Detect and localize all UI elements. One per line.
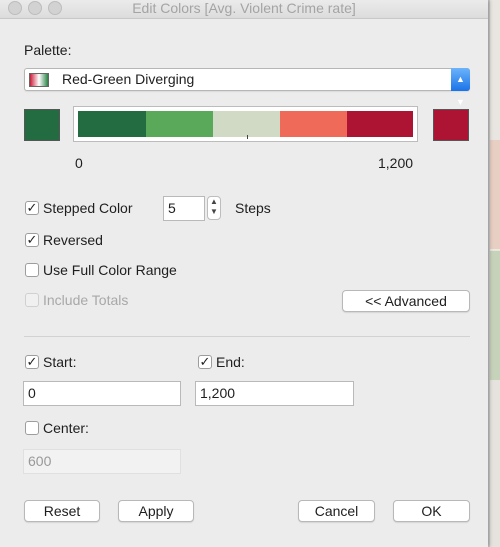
- cancel-button[interactable]: Cancel: [298, 500, 375, 522]
- ramp-min-label: 0: [75, 155, 83, 171]
- chevron-updown-icon[interactable]: ▲ ▼: [451, 68, 470, 107]
- palette-selected-value: Red-Green Diverging: [62, 71, 195, 87]
- ramp-step-5: [347, 111, 413, 137]
- center-input: 600: [23, 449, 181, 474]
- section-divider: [24, 336, 470, 337]
- ramp-step-2: [146, 111, 213, 137]
- advanced-button[interactable]: << Advanced: [342, 290, 470, 312]
- end-label: End:: [216, 354, 245, 370]
- steps-label: Steps: [235, 200, 271, 216]
- palette-select[interactable]: Red-Green Diverging ▲ ▼: [24, 68, 470, 107]
- ramp-center-tick: [247, 135, 248, 139]
- edit-colors-dialog: Edit Colors [Avg. Violent Crime rate] Pa…: [0, 0, 488, 547]
- ramp-step-1: [78, 111, 146, 137]
- start-color-swatch[interactable]: [24, 109, 60, 141]
- reversed-label: Reversed: [43, 232, 103, 248]
- reversed-checkbox[interactable]: ✓: [25, 233, 39, 247]
- stepped-color-checkbox[interactable]: ✓: [25, 201, 39, 215]
- center-label: Center:: [43, 420, 89, 436]
- background-map-strip: [490, 0, 500, 547]
- reset-button[interactable]: Reset: [24, 500, 100, 522]
- end-checkbox[interactable]: ✓: [198, 355, 212, 369]
- color-ramp: [73, 106, 418, 142]
- apply-button[interactable]: Apply: [118, 500, 194, 522]
- end-color-swatch[interactable]: [433, 109, 469, 141]
- palette-gradient-icon: [29, 73, 49, 87]
- use-full-color-range-label: Use Full Color Range: [43, 262, 177, 278]
- title-bar: Edit Colors [Avg. Violent Crime rate]: [0, 0, 488, 19]
- ramp-step-3: [213, 111, 280, 137]
- ramp-step-4: [280, 111, 347, 137]
- palette-label: Palette:: [24, 42, 72, 58]
- include-totals-checkbox: [25, 293, 39, 307]
- stepped-color-label: Stepped Color: [43, 200, 133, 216]
- window-title: Edit Colors [Avg. Violent Crime rate]: [132, 0, 356, 16]
- start-checkbox[interactable]: ✓: [25, 355, 39, 369]
- steps-stepper[interactable]: ▲ ▼: [207, 196, 221, 220]
- start-input[interactable]: 0: [23, 381, 181, 406]
- use-full-color-range-checkbox[interactable]: [25, 263, 39, 277]
- include-totals-label: Include Totals: [43, 292, 129, 308]
- ramp-max-label: 1,200: [378, 155, 414, 171]
- start-label: Start:: [43, 354, 77, 370]
- end-input[interactable]: 1,200: [195, 381, 354, 406]
- ok-button[interactable]: OK: [393, 500, 470, 522]
- center-checkbox[interactable]: [25, 421, 39, 435]
- steps-input[interactable]: 5: [163, 196, 205, 221]
